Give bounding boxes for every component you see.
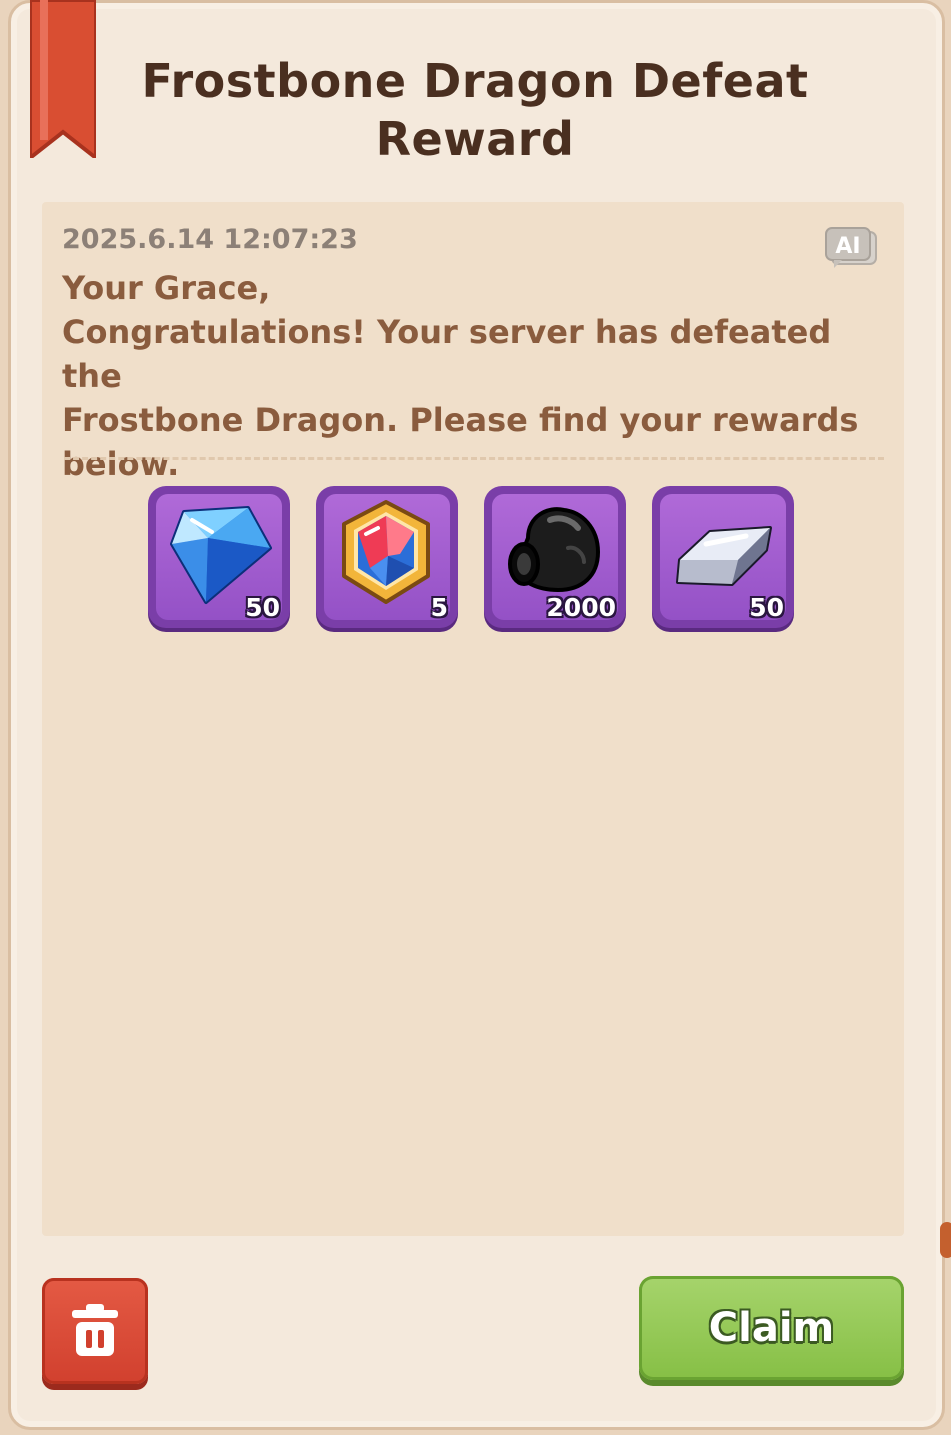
delete-button[interactable] — [42, 1278, 148, 1384]
dashed-divider — [64, 457, 884, 460]
black-ore-icon — [508, 507, 601, 593]
claim-button-label: Claim — [708, 1305, 835, 1351]
reward-quantity: 50 — [749, 593, 784, 622]
mail-window: Frostbone Dragon Defeat Reward 2025.6.14… — [0, 0, 951, 1435]
reward-quantity: 50 — [245, 593, 280, 622]
mail-content: 2025.6.14 12:07:23 AI Your Grace, Congra… — [42, 202, 904, 1236]
blue-diamond-icon — [170, 506, 272, 604]
message-line: below. — [62, 445, 180, 483]
crystal-badge-icon — [342, 500, 430, 604]
reward-slot-diamond[interactable]: 50 — [148, 486, 290, 628]
mail-title: Frostbone Dragon Defeat Reward — [141, 54, 809, 166]
reward-slot-crystal[interactable]: 5 — [316, 486, 458, 628]
reward-slot-ingot[interactable]: 50 — [652, 486, 794, 628]
message-line: Frostbone Dragon. Please find your rewar… — [62, 401, 859, 439]
reward-list: 50 5 2000 50 — [148, 486, 798, 631]
ai-translate-icon[interactable]: AI — [824, 226, 878, 270]
bookmark-ribbon-icon — [30, 0, 96, 158]
side-handle — [940, 1222, 951, 1258]
mail-timestamp: 2025.6.14 12:07:23 — [62, 224, 358, 255]
silver-ingot-icon — [676, 526, 772, 586]
message-line: Congratulations! Your server has defeate… — [62, 313, 843, 395]
reward-quantity: 5 — [430, 593, 448, 622]
message-line: Your Grace, — [62, 269, 271, 307]
reward-slot-ore[interactable]: 2000 — [484, 486, 626, 628]
svg-text:AI: AI — [835, 234, 860, 259]
trash-icon — [72, 1304, 118, 1356]
reward-quantity: 2000 — [546, 593, 616, 622]
mail-message: Your Grace, Congratulations! Your server… — [62, 266, 892, 486]
claim-button[interactable]: Claim — [639, 1276, 904, 1380]
